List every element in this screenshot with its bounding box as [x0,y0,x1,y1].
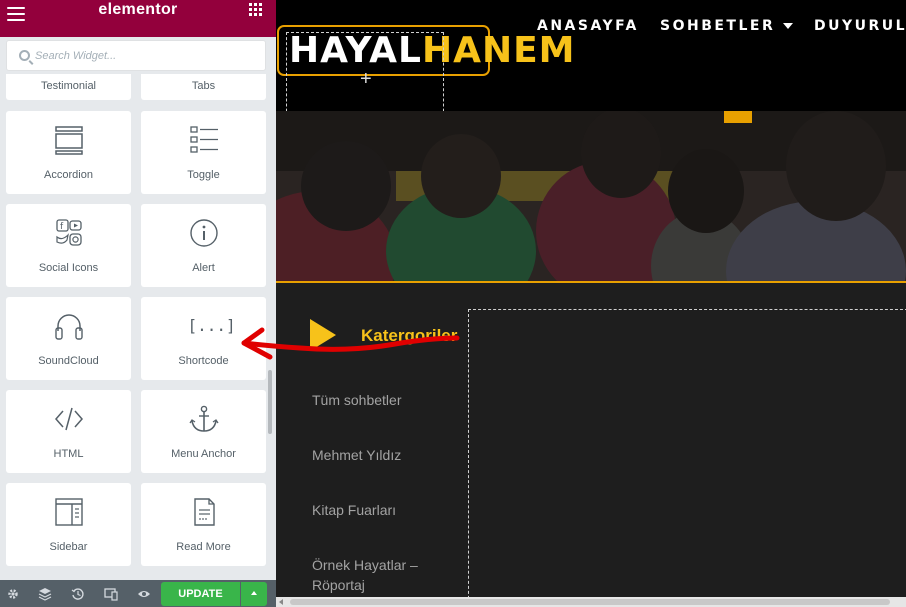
categories-heading: Katergoriler [361,326,458,345]
widget-label: Testimonial [40,80,97,92]
nav-label: ANASAYFA [537,18,639,34]
widget-label: HTML [53,448,84,460]
alert-icon [189,219,218,247]
search-box [6,40,266,71]
code-icon [54,407,83,431]
widget-shortcode[interactable]: [...] Shortcode [141,297,266,380]
category-link[interactable]: Tüm sohbetler [312,390,442,410]
widget-soundcloud[interactable]: SoundCloud [6,297,131,380]
panel-scrollbar[interactable] [268,370,272,434]
category-link[interactable]: Örnek Hayatlar – Röportaj [312,555,442,595]
widgets-grid-icon[interactable] [249,3,262,16]
preview-eye-icon[interactable] [137,587,151,601]
widget-accordion[interactable]: Accordion [6,111,131,194]
category-link[interactable]: Mehmet Yıldız [312,445,442,465]
widget-label: Accordion [44,169,93,181]
elementor-panel: elementor Testimonial Tabs Accordion [0,0,276,607]
history-icon[interactable] [71,587,85,601]
widget-label: Sidebar [49,541,88,553]
update-button[interactable]: UPDATE [161,582,240,606]
nav-item-anasayfa[interactable]: ANASAYFA [537,18,639,34]
horizontal-scrollbar[interactable] [276,597,906,607]
nav-item-sohbetler[interactable]: SOHBETLER [660,18,794,34]
widget-label: Tabs [191,80,216,92]
responsive-icon[interactable] [104,587,118,601]
category-link[interactable]: Kitap Fuarları [312,500,442,520]
widgets-list: Testimonial Tabs Accordion Toggle f Soci… [0,74,276,577]
widget-menu-anchor[interactable]: Menu Anchor [141,390,266,473]
content-section: Katergoriler Tüm sohbetler Mehmet Yıldız… [276,283,906,607]
chevron-down-icon [783,23,794,29]
widget-sidebar[interactable]: Sidebar [6,483,131,566]
headphones-icon [54,314,83,340]
widget-social-icons[interactable]: f Social Icons [6,204,131,287]
scrollbar-thumb[interactable] [290,599,890,605]
widget-testimonial[interactable]: Testimonial [6,74,131,100]
panel-header: elementor [0,0,276,37]
widget-label: Social Icons [38,262,99,274]
add-element-icon[interactable]: + [360,69,372,89]
widget-html[interactable]: HTML [6,390,131,473]
audience-photo [276,111,906,281]
widget-label: Toggle [187,169,220,181]
widget-label: Alert [192,262,215,274]
search-bar [0,37,276,74]
site-header: HAYALHANEM + ANASAYFA SOHBETLER DUYURULA… [276,0,906,127]
accordion-icon [54,126,83,155]
widget-label: Menu Anchor [171,448,236,460]
navigator-icon[interactable] [38,587,52,601]
widget-alert[interactable]: Alert [141,204,266,287]
nav-label: SOHBETLER [660,18,776,34]
widget-tabs[interactable]: Tabs [141,74,266,100]
panel-title: elementor [98,1,178,18]
widget-read-more[interactable]: Read More [141,483,266,566]
nav-item-duyurular[interactable]: DUYURULAR [814,18,906,34]
widget-label: Read More [176,541,231,553]
scroll-left-arrow-icon[interactable] [279,599,283,605]
panel-footer: UPDATE [0,580,276,607]
anchor-icon [188,405,219,432]
social-icons-icon: f [55,219,82,246]
search-input[interactable] [35,41,255,70]
widget-label: Shortcode [178,355,229,367]
logo-part-2: HANEM [421,30,576,71]
shortcode-icon: [...] [187,316,236,335]
widget-label: SoundCloud [38,355,99,367]
site-preview: HAYALHANEM + ANASAYFA SOHBETLER DUYURULA… [276,0,906,607]
read-more-icon [193,498,215,526]
nav-label: DUYURULAR [814,18,906,34]
category-triangle-icon [310,319,336,351]
settings-icon[interactable] [6,587,20,601]
toggle-icon [189,126,218,153]
search-icon [19,50,30,61]
widget-toggle[interactable]: Toggle [141,111,266,194]
empty-column-placeholder[interactable] [468,309,906,607]
update-options-button[interactable] [241,582,267,606]
hero-image [276,111,906,281]
sidebar-icon [54,498,83,526]
